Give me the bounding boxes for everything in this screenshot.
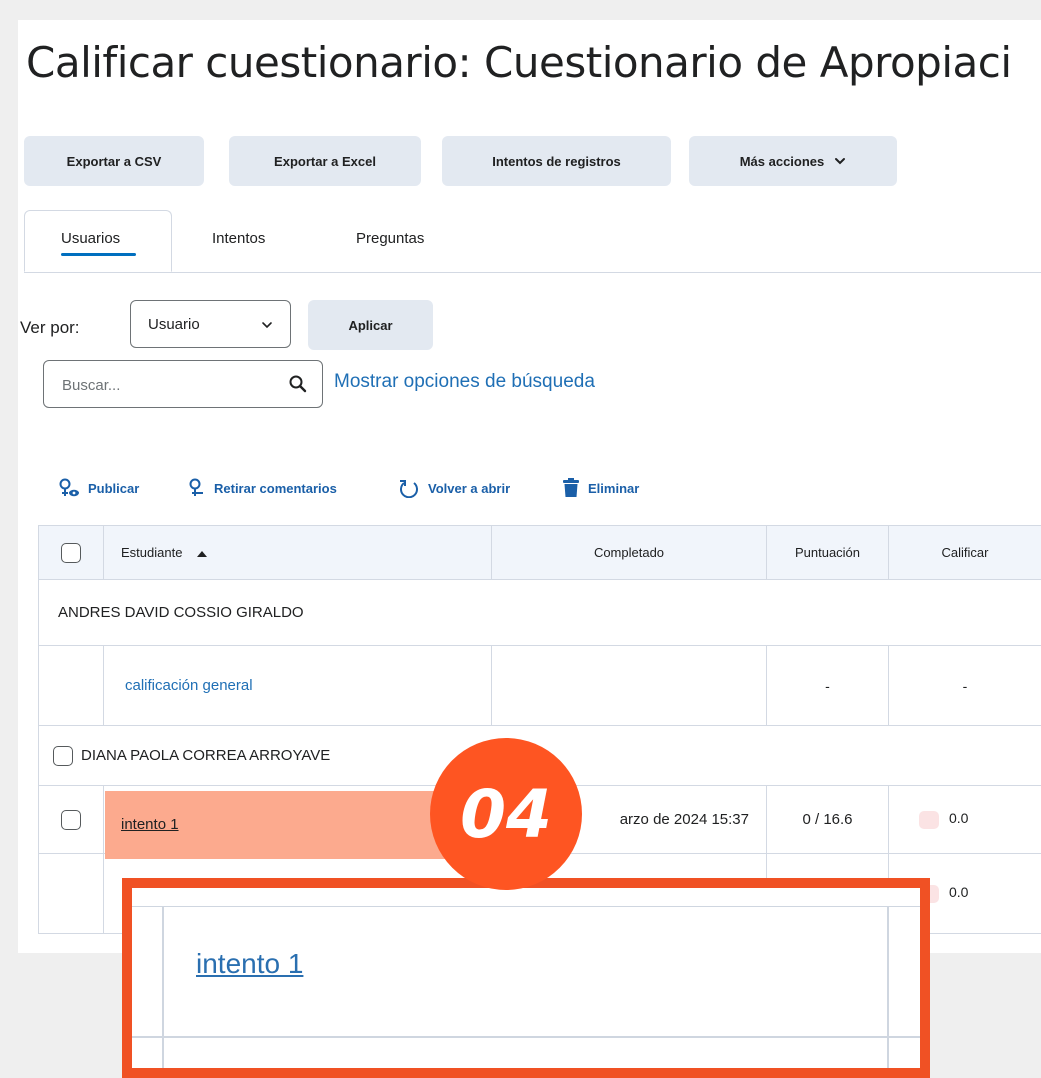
step-badge: 04 bbox=[430, 738, 582, 890]
completed-header: Completado bbox=[492, 526, 767, 580]
student-header-label: Estudiante bbox=[121, 545, 182, 560]
table-header-row: Estudiante Completado Puntuación Calific… bbox=[39, 526, 1041, 580]
grade-value: 0.0 bbox=[949, 810, 968, 826]
grade-header: Calificar bbox=[889, 526, 1041, 580]
tab-strip: Usuarios Intentos Preguntas bbox=[24, 210, 1041, 273]
tab-attempts[interactable]: Intentos bbox=[212, 230, 265, 247]
select-all-checkbox[interactable] bbox=[61, 543, 81, 563]
zoom-callout: intento 1 bbox=[122, 878, 930, 1078]
publish-label: Publicar bbox=[88, 481, 139, 496]
export-csv-button[interactable]: Exportar a CSV bbox=[24, 136, 204, 186]
grade-cell: 0.0 bbox=[889, 786, 1041, 854]
row-select-cell bbox=[39, 786, 104, 854]
select-all-cell bbox=[39, 526, 104, 580]
zoom-attempt-link[interactable]: intento 1 bbox=[196, 948, 303, 980]
completed-cell bbox=[492, 646, 767, 726]
trash-icon bbox=[562, 478, 580, 498]
attempt-highlight: intento 1 bbox=[105, 791, 468, 859]
delete-label: Eliminar bbox=[588, 481, 639, 496]
overall-grade-link[interactable]: calificación general bbox=[104, 646, 492, 726]
attempt-1-link[interactable]: intento 1 bbox=[121, 816, 179, 833]
student-header[interactable]: Estudiante bbox=[104, 526, 492, 580]
more-actions-button[interactable]: Más acciones bbox=[689, 136, 897, 186]
row-select-cell bbox=[39, 646, 104, 726]
zoom-divider bbox=[162, 906, 164, 1068]
chevron-down-icon bbox=[261, 319, 273, 331]
reopen-icon bbox=[398, 478, 420, 498]
publish-icon bbox=[58, 478, 80, 498]
delete-action[interactable]: Eliminar bbox=[562, 478, 639, 498]
tab-questions[interactable]: Preguntas bbox=[356, 230, 424, 247]
retract-icon bbox=[186, 478, 206, 498]
zoom-divider bbox=[887, 906, 889, 1068]
group-name: DIANA PAOLA CORREA ARROYAVE bbox=[81, 746, 330, 763]
search-icon[interactable] bbox=[288, 374, 308, 394]
attempt-logs-button[interactable]: Intentos de registros bbox=[442, 136, 671, 186]
tab-users-underline bbox=[61, 253, 136, 256]
reopen-action[interactable]: Volver a abrir bbox=[398, 478, 510, 498]
group-name: ANDRES DAVID COSSIO GIRALDO bbox=[39, 580, 1041, 646]
search-box bbox=[43, 360, 323, 408]
publish-action[interactable]: Publicar bbox=[58, 478, 139, 498]
zoom-divider bbox=[132, 906, 920, 907]
zoom-divider bbox=[132, 1036, 920, 1038]
grade-value: 0.0 bbox=[949, 884, 968, 900]
view-by-label: Ver por: bbox=[20, 318, 80, 338]
more-actions-label: Más acciones bbox=[740, 154, 825, 169]
view-by-value: Usuario bbox=[148, 316, 200, 333]
grade-cell: - bbox=[889, 646, 1041, 726]
table-row: calificación general - - bbox=[39, 646, 1041, 726]
chevron-down-icon bbox=[834, 155, 846, 167]
reopen-label: Volver a abrir bbox=[428, 481, 510, 496]
search-input[interactable] bbox=[60, 373, 264, 397]
retract-label: Retirar comentarios bbox=[214, 481, 337, 496]
overall-grade-label: calificación general bbox=[125, 677, 253, 694]
retract-feedback-action[interactable]: Retirar comentarios bbox=[186, 478, 337, 498]
search-options-link[interactable]: Mostrar opciones de búsqueda bbox=[334, 371, 595, 393]
group-checkbox[interactable] bbox=[53, 746, 73, 766]
tab-users[interactable]: Usuarios bbox=[61, 230, 120, 247]
export-excel-button[interactable]: Exportar a Excel bbox=[229, 136, 421, 186]
row-checkbox[interactable] bbox=[61, 810, 81, 830]
row-select-cell bbox=[39, 854, 104, 934]
group-row: ANDRES DAVID COSSIO GIRALDO bbox=[39, 580, 1041, 646]
grade-indicator bbox=[919, 811, 939, 829]
view-by-select[interactable]: Usuario bbox=[130, 300, 291, 348]
sort-ascending-icon bbox=[196, 549, 208, 559]
score-header: Puntuación bbox=[767, 526, 889, 580]
apply-button[interactable]: Aplicar bbox=[308, 300, 433, 350]
score-cell: 0 / 16.6 bbox=[767, 786, 889, 854]
score-cell: - bbox=[767, 646, 889, 726]
page-title: Calificar cuestionario: Cuestionario de … bbox=[26, 38, 1012, 87]
